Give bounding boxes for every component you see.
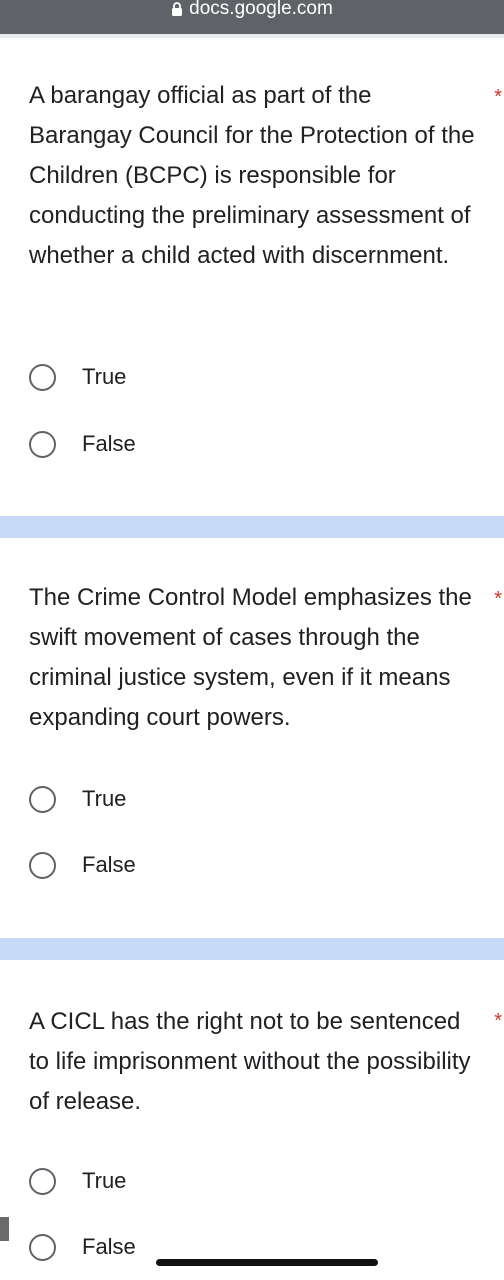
question-text: A CICL has the right not to be sentenced… <box>29 1008 471 1115</box>
radio-button[interactable] <box>29 1233 56 1261</box>
option-label: True <box>82 786 127 811</box>
option-label: False <box>82 852 136 877</box>
question-card: The Crime Control Model emphasizes the s… <box>0 538 504 938</box>
question-text: The Crime Control Model emphasizes the s… <box>29 584 472 731</box>
url-container: docs.google.com <box>171 0 333 20</box>
question-separator <box>0 938 504 960</box>
question-card: A CICL has the right not to be sentenced… <box>0 960 504 1280</box>
required-asterisk: * <box>494 86 502 108</box>
question-text: A barangay official as part of the Baran… <box>29 82 475 269</box>
radio-option-true[interactable]: True <box>29 779 126 819</box>
radio-option-false[interactable]: False <box>29 1227 136 1267</box>
radio-option-true[interactable]: True <box>29 357 126 397</box>
lock-icon <box>171 2 183 16</box>
option-label: True <box>82 1168 127 1193</box>
question-separator <box>0 516 504 538</box>
browser-url-bar[interactable]: docs.google.com <box>0 0 504 34</box>
option-label: True <box>82 364 127 389</box>
radio-button[interactable] <box>29 430 56 458</box>
radio-button[interactable] <box>29 851 56 879</box>
required-asterisk: * <box>494 1010 502 1032</box>
scroll-edge-marker <box>0 1217 9 1241</box>
option-label: False <box>82 1234 136 1259</box>
radio-option-false[interactable]: False <box>29 424 136 464</box>
option-label: False <box>82 431 136 456</box>
radio-option-true[interactable]: True <box>29 1161 126 1201</box>
required-asterisk: * <box>494 588 502 610</box>
radio-button[interactable] <box>29 785 56 813</box>
home-indicator[interactable] <box>156 1259 378 1266</box>
radio-button[interactable] <box>29 1167 56 1195</box>
radio-option-false[interactable]: False <box>29 845 136 885</box>
question-card: A barangay official as part of the Baran… <box>0 38 504 516</box>
url-text: docs.google.com <box>189 0 333 19</box>
radio-button[interactable] <box>29 363 56 391</box>
